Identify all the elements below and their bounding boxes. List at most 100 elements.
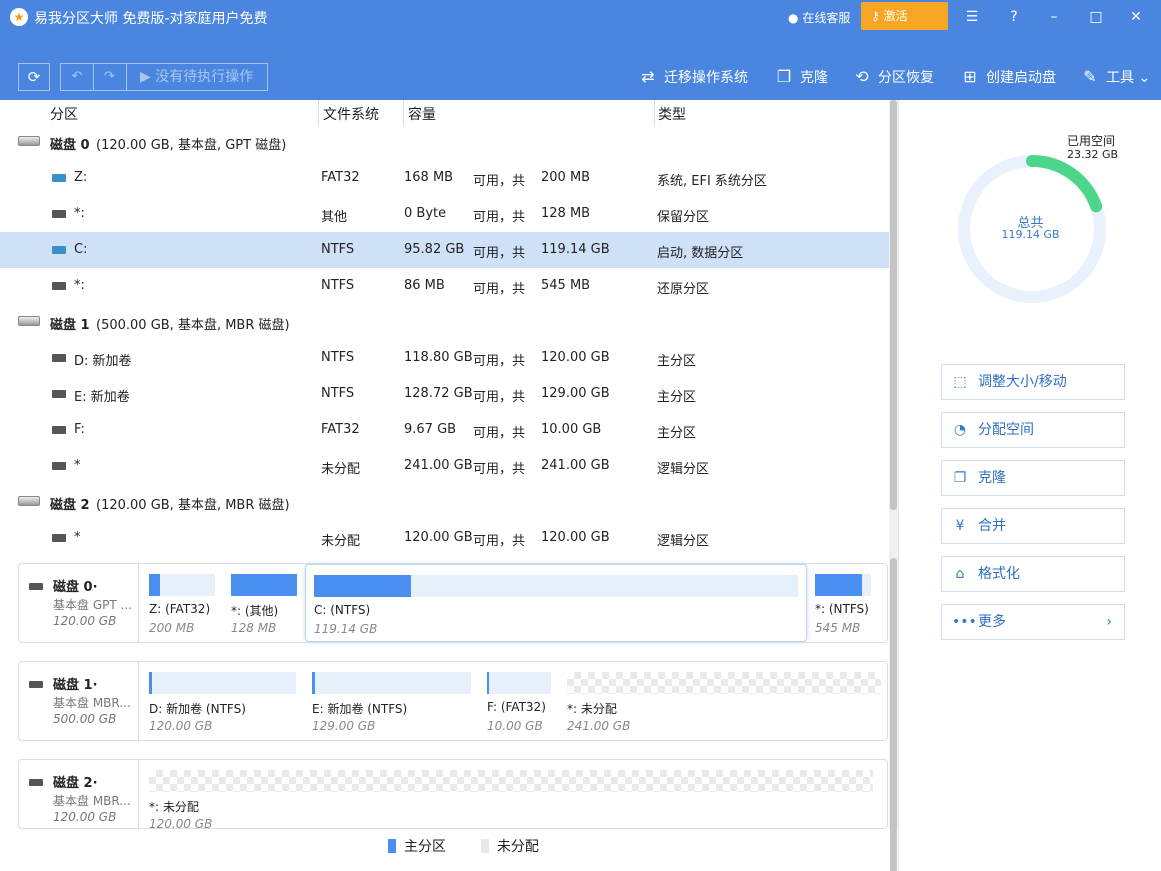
partition-row[interactable]: D: 新加卷 NTFS 118.80 GB 可用，共 120.00 GB 主分区 (0, 340, 890, 376)
bootable-media-button[interactable]: ⊞ 创建启动盘 (960, 65, 1056, 89)
minimize-button[interactable]: – (1040, 4, 1068, 30)
action-button-clone[interactable]: ❐ 克隆 (941, 460, 1125, 496)
partition-name: *: (74, 206, 85, 221)
help-icon[interactable]: ? (1000, 4, 1028, 30)
action-button-more[interactable]: •••更多 › (941, 604, 1125, 640)
tools-button[interactable]: ✎ 工具 ⌄ (1080, 65, 1150, 89)
scrollbar[interactable] (889, 100, 898, 871)
partition-total: 200 MB (541, 170, 591, 185)
partition-filesystem: NTFS (321, 350, 355, 365)
recovery-label: 分区恢复 (878, 70, 934, 86)
partition-avail-text: 可用，共 (473, 210, 526, 225)
partition-segment[interactable]: *: (其他) 128 MB (223, 564, 305, 642)
used-space-label: 已用空间 (1067, 134, 1116, 148)
partition-usage-bar (149, 770, 873, 792)
partition-row[interactable]: * 未分配 120.00 GB 可用，共 120.00 GB 逻辑分区 (0, 520, 890, 556)
online-service-link[interactable]: ● 在线客服 (788, 9, 850, 26)
partition-segment[interactable]: D: 新加卷 (NTFS) 120.00 GB (141, 662, 304, 740)
partition-recovery-button[interactable]: ⟲ 分区恢复 (852, 65, 934, 89)
disk-row[interactable]: 磁盘 2 (120.00 GB, 基本盘, MBR 磁盘) (0, 484, 890, 520)
partition-row[interactable]: F: FAT32 9.67 GB 可用，共 10.00 GB 主分区 (0, 412, 890, 448)
scrollbar-thumb-upper[interactable] (890, 100, 897, 510)
menu-icon[interactable]: ☰ (958, 4, 986, 30)
partition-row[interactable]: *: 其他 0 Byte 可用，共 128 MB 保留分区 (0, 196, 890, 232)
partition-name: F: (74, 422, 85, 437)
partition-segment[interactable]: F: (FAT32) 10.00 GB (479, 662, 559, 740)
partition-free: 241.00 GB (404, 458, 473, 473)
disk-map-header[interactable]: 磁盘 1· 基本盘 MBR... 500.00 GB (19, 662, 139, 740)
drive-icon (52, 390, 66, 398)
close-button[interactable]: ✕ (1122, 4, 1150, 30)
partition-segment[interactable]: *: 未分配 241.00 GB (559, 662, 889, 740)
disk-map-card[interactable]: 磁盘 1· 基本盘 MBR... 500.00 GB D: 新加卷 (NTFS) 120… (18, 661, 888, 741)
pending-operations-button[interactable]: ▶ 没有待执行操作 (126, 63, 268, 91)
right-panel: 已用空间 23.32 GB 总共 119.14 GB ⬚ 调整大小/移动 ◔ 分配空间… (898, 100, 1161, 871)
partition-name: C: (74, 242, 88, 257)
partition-row[interactable]: C: NTFS 95.82 GB 可用，共 119.14 GB 启动, 数据分区 (0, 232, 890, 268)
partition-name: Z: (74, 170, 88, 185)
drive-icon (52, 210, 66, 218)
action-button-allocate[interactable]: ◔ 分配空间 (941, 412, 1125, 448)
partition-row[interactable]: E: 新加卷 NTFS 128.72 GB 可用，共 129.00 GB 主分区 (0, 376, 890, 412)
partition-segment[interactable]: Z: (FAT32) 200 MB (141, 564, 223, 642)
partition-total: 128 MB (541, 206, 591, 221)
partition-segment[interactable]: E: 新加卷 (NTFS) 129.00 GB (304, 662, 479, 740)
column-header-capacity[interactable]: 容量 (408, 104, 436, 124)
disk-map-type: 基本盘 GPT ... (53, 598, 132, 612)
action-button-merge[interactable]: ¥ 合并 (941, 508, 1125, 544)
action-label: 克隆 (978, 470, 1006, 486)
disk-map-card[interactable]: 磁盘 2· 基本盘 MBR... 120.00 GB *: 未分配 120.00 GB (18, 759, 888, 831)
maximize-button[interactable]: □ (1082, 4, 1110, 30)
partition-row[interactable]: *: NTFS 86 MB 可用，共 545 MB 还原分区 (0, 268, 890, 304)
partition-filesystem: FAT32 (321, 170, 360, 185)
disk-map-name: 磁盘 2· (53, 776, 98, 791)
action-button-format[interactable]: ⌂ 格式化 (941, 556, 1125, 592)
refresh-button[interactable]: ⟳ (18, 63, 50, 91)
partition-segment[interactable]: *: 未分配 120.00 GB (141, 760, 881, 831)
column-header-partition[interactable]: 分区 (50, 104, 78, 124)
redo-button[interactable]: ↷ (93, 63, 127, 91)
partition-name: *: (74, 278, 85, 293)
disk-map-size: 120.00 GB (53, 810, 117, 824)
partition-segment-label: F: (FAT32) (487, 700, 546, 714)
partition-segment-size: 10.00 GB (487, 719, 543, 733)
partition-free: 120.00 GB (404, 530, 473, 545)
clone-icon: ❐ (776, 67, 792, 86)
partition-free: 86 MB (404, 278, 445, 293)
more-icon: ••• (952, 614, 977, 630)
disk-map-type: 基本盘 MBR... (53, 696, 131, 710)
column-header-filesystem[interactable]: 文件系统 (323, 104, 379, 124)
partition-segment[interactable]: *: (NTFS) 545 MB (807, 564, 879, 642)
disk-row[interactable]: 磁盘 0 (120.00 GB, 基本盘, GPT 磁盘) (0, 124, 890, 160)
partition-usage-fill (314, 575, 411, 597)
disk-info: (120.00 GB, 基本盘, MBR 磁盘) (96, 498, 290, 513)
partition-total: 10.00 GB (541, 422, 602, 437)
partition-filesystem: NTFS (321, 242, 355, 257)
partition-segment-label: *: 未分配 (567, 702, 617, 716)
column-header-type[interactable]: 类型 (658, 104, 686, 124)
title-bar: ★ 易我分区大师 免费版-对家庭用户免费 ● 在线客服 ⚷ 激活 ☰ ? – □… (0, 0, 1161, 34)
total-value: 119.14 GB (1001, 228, 1060, 241)
clone-button[interactable]: ❐ 克隆 (774, 65, 828, 89)
partition-usage-bar (312, 672, 471, 694)
activate-button[interactable]: ⚷ 激活 (861, 2, 948, 30)
undo-button[interactable]: ↶ (60, 63, 94, 91)
partition-segment-label: C: (NTFS) (314, 603, 371, 617)
disk-map-header[interactable]: 磁盘 2· 基本盘 MBR... 120.00 GB (19, 760, 139, 828)
action-label: 分配空间 (978, 422, 1034, 438)
migrate-os-button[interactable]: ⇄ 迁移操作系统 (638, 65, 748, 89)
drive-icon (52, 354, 66, 362)
legend-primary-swatch (388, 839, 396, 853)
partition-segment[interactable]: C: (NTFS) 119.14 GB (305, 564, 807, 642)
scrollbar-thumb-lower[interactable] (890, 558, 897, 871)
disk-map-card[interactable]: 磁盘 0· 基本盘 GPT ... 120.00 GB Z: (FAT32) 200 M… (18, 563, 888, 643)
partition-free: 168 MB (404, 170, 454, 185)
partition-free: 128.72 GB (404, 386, 473, 401)
partition-segment-size: 200 MB (149, 621, 195, 635)
action-button-resize[interactable]: ⬚ 调整大小/移动 (941, 364, 1125, 400)
disk-map-header[interactable]: 磁盘 0· 基本盘 GPT ... 120.00 GB (19, 564, 139, 642)
disk-row[interactable]: 磁盘 1 (500.00 GB, 基本盘, MBR 磁盘) (0, 304, 890, 340)
partition-row[interactable]: * 未分配 241.00 GB 可用，共 241.00 GB 逻辑分区 (0, 448, 890, 484)
partition-row[interactable]: Z: FAT32 168 MB 可用，共 200 MB 系统, EFI 系统分区 (0, 160, 890, 196)
recovery-icon: ⟲ (855, 67, 869, 86)
